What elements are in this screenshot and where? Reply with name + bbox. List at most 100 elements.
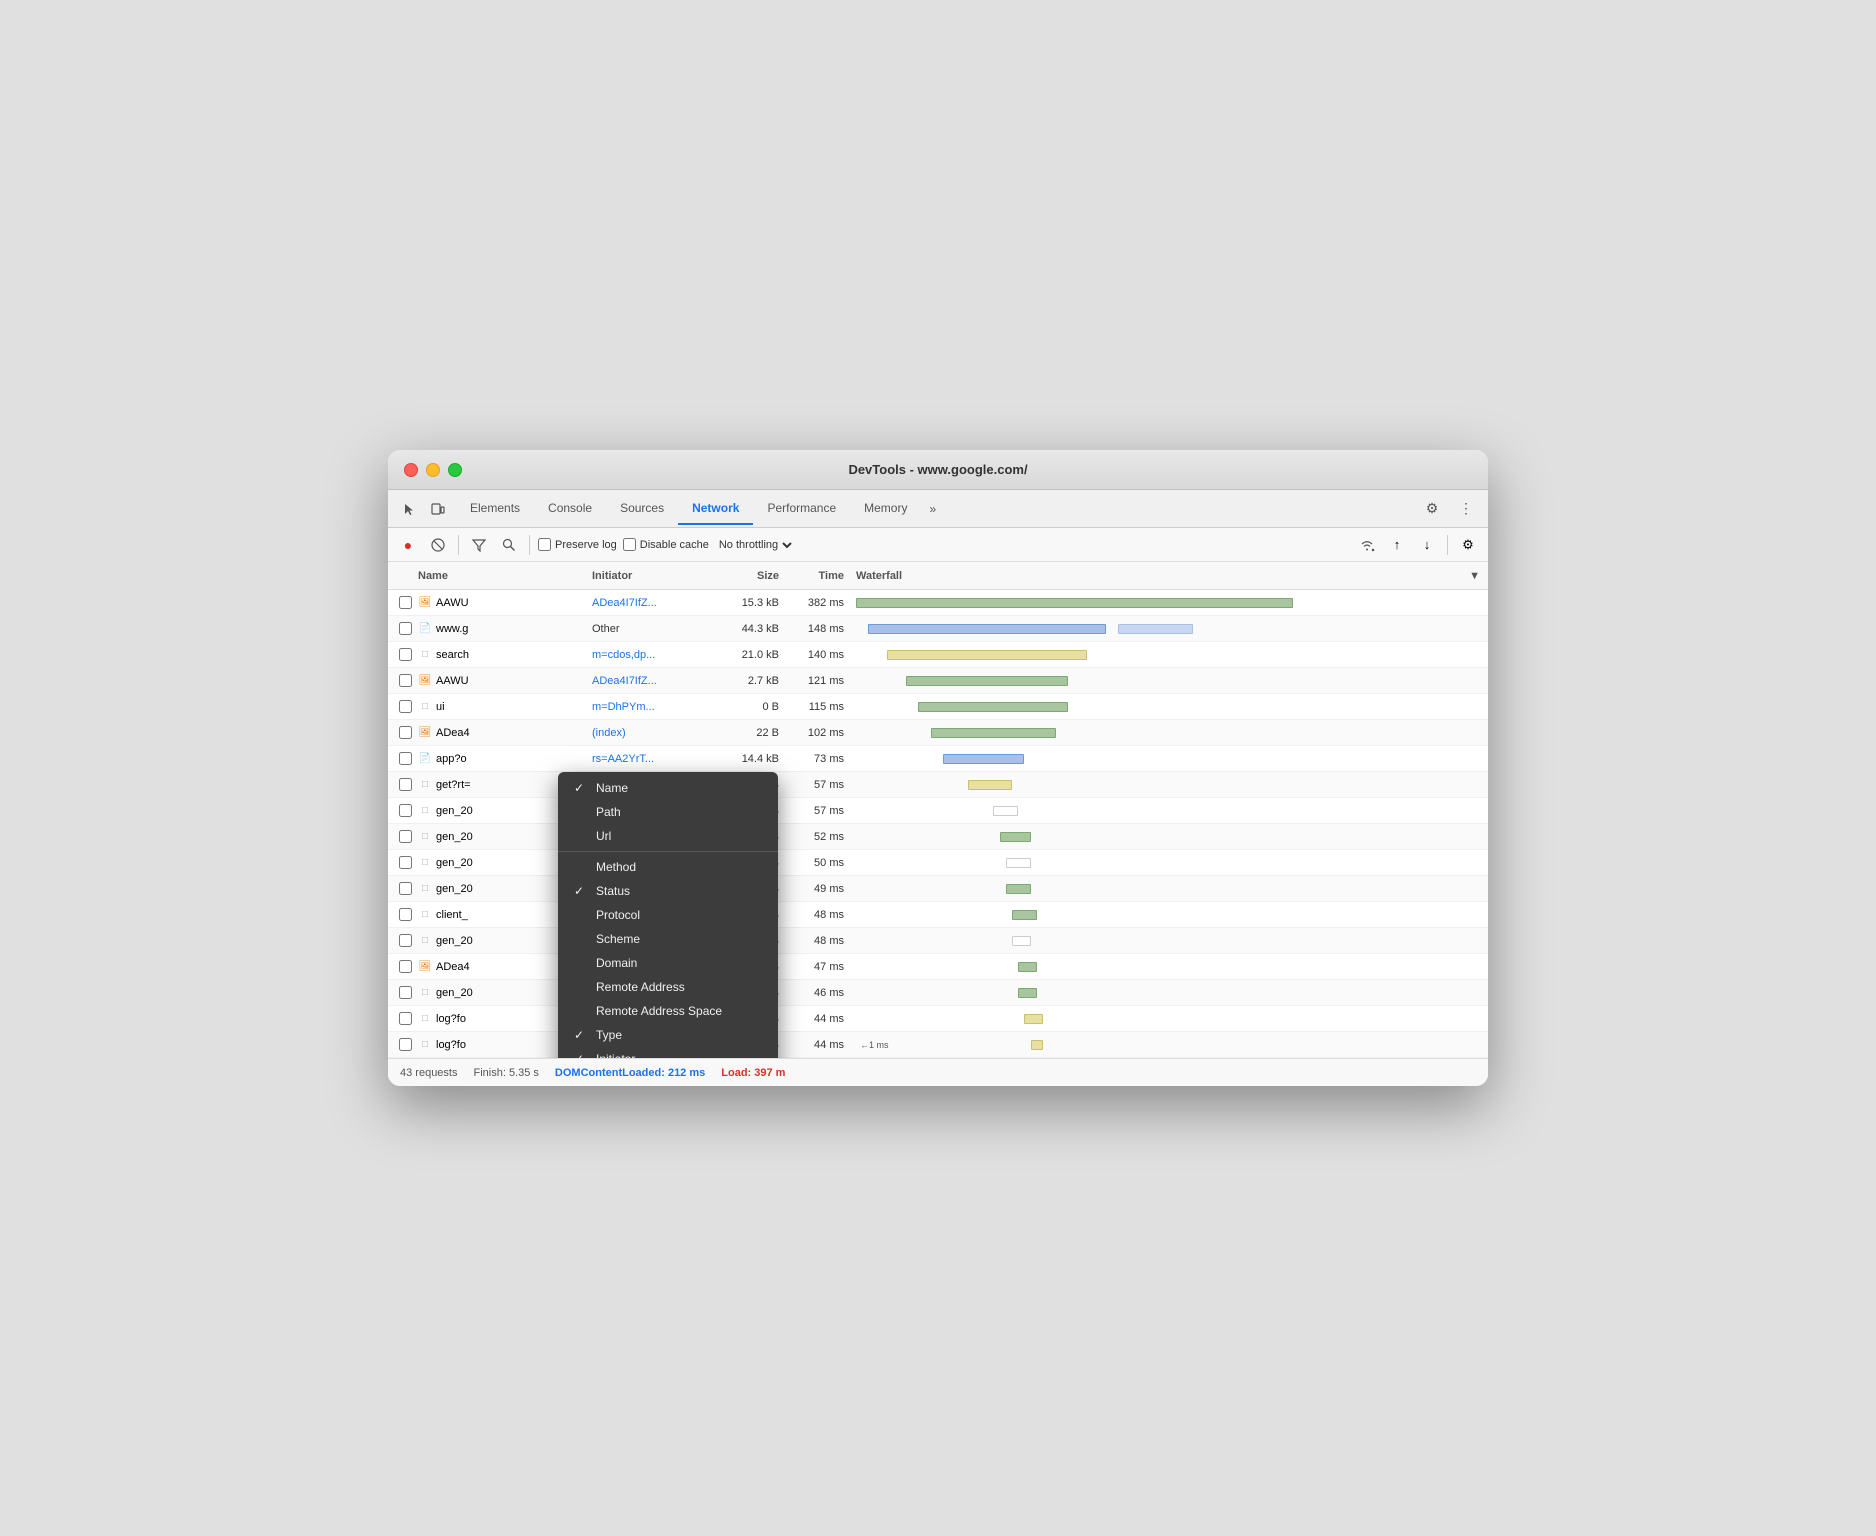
- row-checkbox[interactable]: [399, 830, 412, 843]
- row-name: gen_20: [436, 883, 473, 895]
- row-checkbox[interactable]: [399, 674, 412, 687]
- row-checkbox[interactable]: [399, 960, 412, 973]
- row-checkbox[interactable]: [399, 804, 412, 817]
- table-row[interactable]: □gen_20 14 B 46 ms: [388, 980, 1488, 1006]
- table-row[interactable]: □get?rt= rs=AA2YrT... 14.8 kB 57 ms: [388, 772, 1488, 798]
- table-row[interactable]: □gen_20 (index):215 14 B 48 ms: [388, 928, 1488, 954]
- minimize-button[interactable]: [426, 463, 440, 477]
- filter-button[interactable]: [467, 533, 491, 557]
- row-name: gen_20: [436, 935, 473, 947]
- row-checkbox[interactable]: [399, 1038, 412, 1051]
- menu-item-scheme[interactable]: ✓ Scheme: [558, 927, 778, 951]
- context-menu: ✓ Name ✓ Path ✓ Url ✓ Method ✓ Status ✓: [558, 772, 778, 1058]
- more-tabs-button[interactable]: »: [921, 496, 944, 522]
- network-table-container: Name Initiator Size Time Waterfall ▼ 🖼AA…: [388, 562, 1488, 1058]
- kebab-menu-btn[interactable]: ⋮: [1452, 495, 1480, 523]
- download-icon-btn[interactable]: ↓: [1415, 533, 1439, 557]
- status-load: Load: 397 m: [721, 1067, 785, 1079]
- row-name: ADea4: [436, 961, 470, 973]
- menu-item-remote-address[interactable]: ✓ Remote Address: [558, 975, 778, 999]
- tab-console[interactable]: Console: [534, 493, 606, 525]
- menu-item-label: Name: [596, 781, 628, 795]
- menu-item-url[interactable]: ✓ Url: [558, 824, 778, 848]
- device-icon[interactable]: [424, 495, 452, 523]
- row-checkbox[interactable]: [399, 752, 412, 765]
- menu-item-method[interactable]: ✓ Method: [558, 855, 778, 879]
- table-row[interactable]: □gen_20 (index):116 15 B 52 ms: [388, 824, 1488, 850]
- check-icon: ✓: [574, 1028, 588, 1042]
- record-button[interactable]: ●: [396, 533, 420, 557]
- tab-network[interactable]: Network: [678, 493, 753, 525]
- devtools-window: DevTools - www.google.com/ Elements Cons…: [388, 450, 1488, 1086]
- row-checkbox[interactable]: [399, 700, 412, 713]
- tab-sources[interactable]: Sources: [606, 493, 678, 525]
- table-row[interactable]: □gen_20 (index):116 15 B 49 ms: [388, 876, 1488, 902]
- traffic-lights: [404, 463, 462, 477]
- disable-cache-label[interactable]: Disable cache: [623, 538, 709, 551]
- tab-memory[interactable]: Memory: [850, 493, 921, 525]
- preserve-log-label[interactable]: Preserve log: [538, 538, 617, 551]
- menu-item-initiator[interactable]: ✓ Initiator: [558, 1047, 778, 1058]
- row-time: 49 ms: [783, 883, 848, 895]
- search-button[interactable]: [497, 533, 521, 557]
- table-row[interactable]: □gen_20 m=cdos,dp... 14 B 57 ms: [388, 798, 1488, 824]
- row-time: 44 ms: [783, 1039, 848, 1051]
- table-row[interactable]: 🖼AAWU ADea4I7IfZ... 15.3 kB 382 ms: [388, 590, 1488, 616]
- row-checkbox[interactable]: [399, 778, 412, 791]
- maximize-button[interactable]: [448, 463, 462, 477]
- preserve-log-checkbox[interactable]: [538, 538, 551, 551]
- menu-item-status[interactable]: ✓ Status: [558, 879, 778, 903]
- row-checkbox[interactable]: [399, 986, 412, 999]
- row-checkbox[interactable]: [399, 934, 412, 947]
- check-icon: ✓: [574, 1052, 588, 1058]
- table-row[interactable]: 🖼AAWU ADea4I7IfZ... 2.7 kB 121 ms: [388, 668, 1488, 694]
- row-checkbox[interactable]: [399, 856, 412, 869]
- settings-icon-btn[interactable]: ⚙: [1418, 495, 1446, 523]
- cursor-icon[interactable]: [396, 495, 424, 523]
- row-name: gen_20: [436, 987, 473, 999]
- throttle-select[interactable]: No throttling: [715, 538, 795, 552]
- row-size: 44.3 kB: [718, 623, 783, 635]
- table-row[interactable]: 🖼ADea4 app?origin... 22 B 47 ms: [388, 954, 1488, 980]
- menu-item-protocol[interactable]: ✓ Protocol: [558, 903, 778, 927]
- row-checkbox[interactable]: [399, 908, 412, 921]
- disable-cache-checkbox[interactable]: [623, 538, 636, 551]
- table-row[interactable]: □log?fo 70 B 44 ms: [388, 1006, 1488, 1032]
- wifi-icon-btn[interactable]: [1355, 533, 1379, 557]
- row-checkbox[interactable]: [399, 726, 412, 739]
- network-settings-btn[interactable]: ⚙: [1456, 533, 1480, 557]
- row-checkbox[interactable]: [399, 882, 412, 895]
- menu-item-label: Status: [596, 884, 630, 898]
- menu-item-path[interactable]: ✓ Path: [558, 800, 778, 824]
- menu-item-domain[interactable]: ✓ Domain: [558, 951, 778, 975]
- check-icon: ✓: [574, 884, 588, 898]
- table-row[interactable]: □log?fo 70 B 44 ms ←1 ms: [388, 1032, 1488, 1058]
- tab-elements[interactable]: Elements: [456, 493, 534, 525]
- table-row[interactable]: □gen_20 (index):12 14 B 50 ms: [388, 850, 1488, 876]
- tab-performance[interactable]: Performance: [753, 493, 850, 525]
- menu-item-name[interactable]: ✓ Name: [558, 776, 778, 800]
- row-checkbox[interactable]: [399, 648, 412, 661]
- row-checkbox[interactable]: [399, 596, 412, 609]
- menu-item-label: Initiator: [596, 1052, 635, 1058]
- th-time: Time: [783, 570, 848, 582]
- clear-button[interactable]: [426, 533, 450, 557]
- table-row[interactable]: □ui m=DhPYm... 0 B 115 ms: [388, 694, 1488, 720]
- table-body: 🖼AAWU ADea4I7IfZ... 15.3 kB 382 ms 📄www.…: [388, 590, 1488, 1058]
- close-button[interactable]: [404, 463, 418, 477]
- row-name: www.g: [436, 623, 468, 635]
- waterfall-dropdown-icon[interactable]: ▼: [1469, 570, 1480, 582]
- row-checkbox[interactable]: [399, 622, 412, 635]
- table-row[interactable]: 📄app?o rs=AA2YrT... 14.4 kB 73 ms: [388, 746, 1488, 772]
- table-row[interactable]: 🖼ADea4 (index) 22 B 102 ms: [388, 720, 1488, 746]
- row-size: 15.3 kB: [718, 597, 783, 609]
- row-name: AAWU: [436, 597, 469, 609]
- table-row[interactable]: 📄www.g Other 44.3 kB 148 ms: [388, 616, 1488, 642]
- menu-item-type[interactable]: ✓ Type: [558, 1023, 778, 1047]
- menu-item-label: Protocol: [596, 908, 640, 922]
- table-row[interactable]: □client_ (index):3 18 B 48 ms: [388, 902, 1488, 928]
- upload-icon-btn[interactable]: ↑: [1385, 533, 1409, 557]
- menu-item-remote-address-space[interactable]: ✓ Remote Address Space: [558, 999, 778, 1023]
- row-checkbox[interactable]: [399, 1012, 412, 1025]
- table-row[interactable]: □search m=cdos,dp... 21.0 kB 140 ms: [388, 642, 1488, 668]
